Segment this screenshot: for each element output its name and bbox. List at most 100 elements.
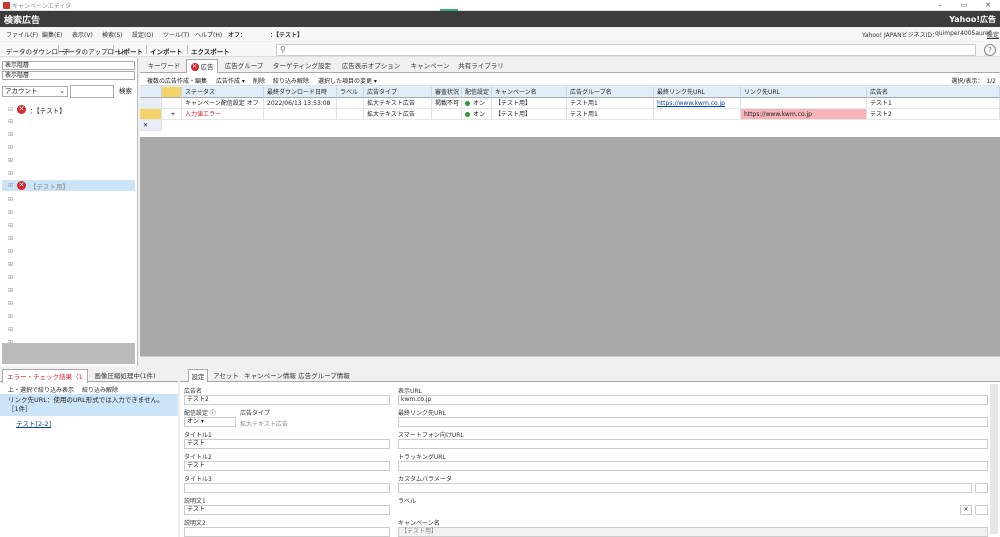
- cell-ad-name[interactable]: テスト1: [867, 98, 1000, 109]
- cell-status[interactable]: 入力値エラー: [182, 109, 264, 120]
- display-url-input[interactable]: kwm.co.jp: [398, 395, 988, 405]
- cell-delivery[interactable]: オン: [462, 98, 492, 109]
- cell-final-url[interactable]: https://www.kwm.co.jp: [654, 98, 741, 109]
- column-header[interactable]: キャンペーン名: [492, 87, 567, 98]
- tree-item[interactable]: ⊞: [2, 155, 135, 166]
- title2-input[interactable]: テスト: [184, 461, 390, 471]
- column-header[interactable]: 最終リンク先URL: [654, 87, 741, 98]
- column-header[interactable]: ラベル: [337, 87, 364, 98]
- error-item-link[interactable]: テスト[2-2]: [16, 418, 51, 428]
- tree-item[interactable]: ⊞: [2, 324, 135, 335]
- tree-item[interactable]: ⊞: [2, 298, 135, 309]
- menu-search[interactable]: 検索(S): [102, 30, 123, 39]
- cell-delivery[interactable]: オン: [462, 109, 492, 120]
- tree-item-selected[interactable]: ⊞ ✕ 【テスト用】: [2, 180, 135, 191]
- tree-item[interactable]: ⊞: [2, 220, 135, 231]
- cell-url-error[interactable]: https://www.kwm.co.jp: [741, 109, 867, 120]
- tree-item[interactable]: ⊞: [2, 129, 135, 140]
- account-search-button[interactable]: 検索: [116, 86, 135, 97]
- expand-icon[interactable]: ⊞: [8, 313, 13, 320]
- ad-name-input[interactable]: テスト2: [184, 395, 390, 405]
- column-header[interactable]: 広告名: [867, 87, 1000, 98]
- cell-label[interactable]: [337, 109, 364, 120]
- tree-item[interactable]: ⊞: [2, 285, 135, 296]
- account-search-input[interactable]: [70, 85, 114, 98]
- column-header[interactable]: 広告グループ名: [567, 87, 654, 98]
- report-button[interactable]: レポート: [117, 46, 143, 56]
- cell-campaign[interactable]: 【テスト用】: [492, 98, 567, 109]
- desc2-input[interactable]: [184, 527, 390, 537]
- cell-ad-name[interactable]: テスト2: [867, 109, 1000, 120]
- expand-icon[interactable]: ⊞: [8, 209, 13, 216]
- change-selected-dropdown[interactable]: 選択した項目の変更 ▾: [318, 76, 377, 85]
- column-header[interactable]: リンク先URL: [741, 87, 867, 98]
- expand-icon[interactable]: ⊞: [8, 144, 13, 151]
- tab-shared-library[interactable]: 共有ライブラリ: [456, 59, 506, 73]
- tab-error-check[interactable]: エラー・チェック結果（1件）: [2, 369, 88, 395]
- tab-ad-extensions[interactable]: 広告表示オプション: [338, 59, 404, 73]
- tracking-url-input[interactable]: [398, 461, 988, 471]
- horizontal-scrollbar[interactable]: [140, 356, 1000, 365]
- filter-selected-button[interactable]: 上・選択で絞り込み表示: [8, 385, 74, 394]
- delete-button[interactable]: 削除: [253, 76, 265, 85]
- tab-image-compress[interactable]: 画像圧縮処理中(1件): [90, 369, 160, 383]
- cell-review[interactable]: 掲載不可: [432, 98, 462, 109]
- desc1-input[interactable]: テスト: [184, 505, 390, 515]
- tab-adgroup-info[interactable]: 広告グループ情報: [298, 369, 350, 383]
- expand-icon[interactable]: ⊟: [8, 106, 13, 113]
- tab-ad[interactable]: ✕ 広告: [186, 59, 218, 73]
- tab-targeting[interactable]: ターゲティング設定: [270, 59, 334, 73]
- tab-keyword[interactable]: キーワード: [144, 59, 184, 73]
- custom-param-input[interactable]: [398, 483, 972, 493]
- expand-icon[interactable]: ⊞: [8, 222, 13, 229]
- tab-settings[interactable]: 設定: [188, 369, 208, 383]
- maximize-button[interactable]: ▭: [952, 0, 976, 11]
- cell-download-date[interactable]: [264, 109, 337, 120]
- search-input[interactable]: ⚲: [276, 44, 976, 56]
- row-header[interactable]: [140, 98, 162, 109]
- cell-campaign[interactable]: 【テスト用】: [492, 109, 567, 120]
- column-header[interactable]: 広告タイプ: [364, 87, 432, 98]
- tab-campaign-info[interactable]: キャンペーン情報: [244, 369, 296, 383]
- tab-asset[interactable]: アセット: [212, 369, 240, 383]
- tree-item[interactable]: ⊞: [2, 168, 135, 179]
- error-message[interactable]: リンク先URL：使用のURL形式では入力できません。［1件］: [0, 394, 178, 416]
- new-row-icon[interactable]: ✕: [140, 120, 162, 131]
- tree-item[interactable]: ⊞: [2, 259, 135, 270]
- cell-final-url[interactable]: [654, 109, 741, 120]
- create-ad-dropdown[interactable]: 広告作成 ▾: [216, 76, 245, 85]
- row-header[interactable]: [140, 109, 162, 120]
- display-hierarchy-select[interactable]: 表示階層: [2, 71, 135, 80]
- help-icon[interactable]: ?: [984, 44, 996, 56]
- smartphone-url-input[interactable]: [398, 439, 988, 449]
- cell-status[interactable]: キャンペーン配信設定 オフ: [182, 98, 264, 109]
- cell-download-date[interactable]: 2022/06/13 13:53:08: [264, 98, 337, 109]
- custom-param-button[interactable]: [975, 483, 988, 493]
- account-dropdown[interactable]: アカウント ⌄: [2, 86, 68, 97]
- cell-ad-group[interactable]: テスト用1: [567, 98, 654, 109]
- expand-icon[interactable]: ⊞: [8, 274, 13, 281]
- clear-filter-button[interactable]: 絞り込み解除: [273, 76, 309, 85]
- tree-item[interactable]: ⊞: [2, 194, 135, 205]
- expand-icon[interactable]: ⊞: [8, 157, 13, 164]
- cell-ad-type[interactable]: 拡大テキスト広告: [364, 98, 432, 109]
- cell-review[interactable]: [432, 109, 462, 120]
- title1-input[interactable]: テスト: [184, 439, 390, 449]
- menu-help[interactable]: ヘルプ(H): [195, 30, 222, 39]
- tree-item[interactable]: ⊞: [2, 246, 135, 257]
- expand-icon[interactable]: ⊞: [8, 261, 13, 268]
- expand-icon[interactable]: ⊞: [8, 131, 13, 138]
- column-header[interactable]: 配信設定: [462, 87, 492, 98]
- column-header[interactable]: 審査状況: [432, 87, 462, 98]
- cell-label[interactable]: [337, 98, 364, 109]
- tab-ad-group[interactable]: 広告グループ: [222, 59, 266, 73]
- menu-settings[interactable]: 設定(O): [132, 30, 153, 39]
- menu-file[interactable]: ファイル(F): [6, 30, 38, 39]
- cell-ad-type[interactable]: 拡大テキスト広告: [364, 109, 432, 120]
- tree-item[interactable]: ⊞: [2, 233, 135, 244]
- minimize-button[interactable]: –: [928, 0, 952, 11]
- expand-icon[interactable]: ⊞: [8, 196, 13, 203]
- clear-filter-button[interactable]: 絞り込み解除: [82, 385, 118, 394]
- final-url-input[interactable]: [398, 417, 988, 427]
- label-button[interactable]: [975, 505, 988, 515]
